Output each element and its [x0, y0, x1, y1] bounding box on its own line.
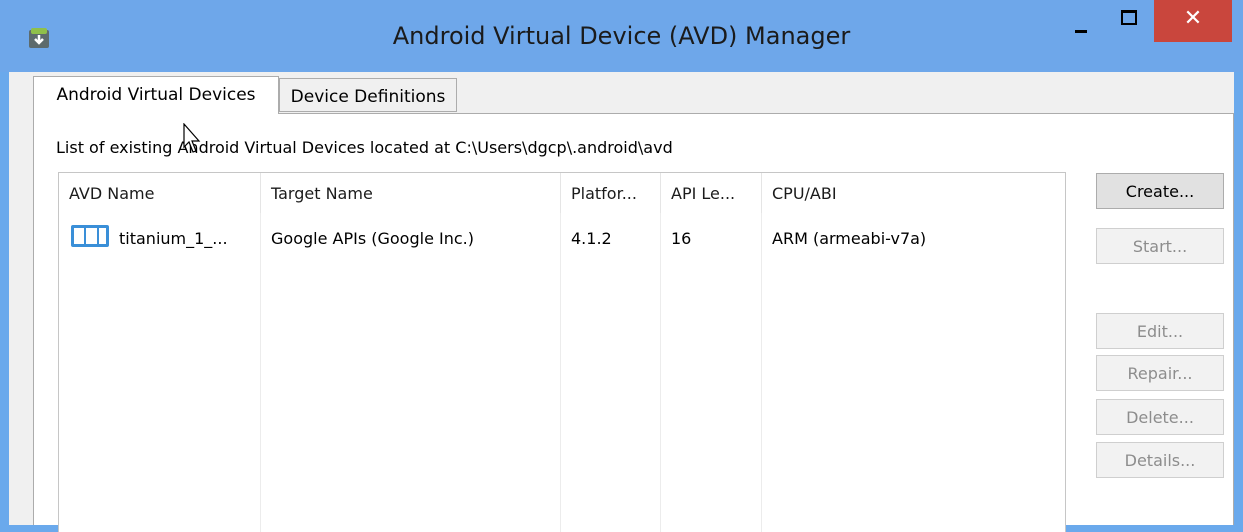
column-header-target-name[interactable]: Target Name	[261, 173, 561, 213]
column-divider	[761, 213, 762, 532]
close-button[interactable]: ✕	[1154, 0, 1232, 42]
cell-cpu-abi: ARM (armeabi-v7a)	[772, 229, 927, 248]
avd-table: AVD Name Target Name Platfor... API Le..…	[58, 172, 1066, 532]
create-button[interactable]: Create...	[1096, 173, 1224, 209]
column-divider	[660, 213, 661, 532]
tab-android-virtual-devices[interactable]: Android Virtual Devices	[33, 76, 279, 114]
device-icon	[71, 225, 109, 247]
tab-device-definitions[interactable]: Device Definitions	[279, 78, 457, 112]
mouse-pointer-icon	[183, 123, 201, 153]
cell-target-name: Google APIs (Google Inc.)	[271, 229, 474, 248]
maximize-button[interactable]	[1106, 0, 1150, 40]
column-header-api-level[interactable]: API Le...	[661, 173, 762, 213]
column-header-platform[interactable]: Platfor...	[561, 173, 661, 213]
column-divider	[560, 213, 561, 532]
window-title: Android Virtual Device (AVD) Manager	[392, 22, 851, 50]
maximize-icon	[1121, 10, 1137, 25]
cell-api-level: 16	[671, 229, 692, 248]
close-icon: ✕	[1183, 6, 1203, 31]
avd-manager-window: Android Virtual Device (AVD) Manager ✕ A…	[0, 0, 1243, 532]
minimize-button[interactable]	[1060, 0, 1104, 40]
start-button[interactable]: Start...	[1096, 228, 1224, 264]
column-header-avd-name[interactable]: AVD Name	[59, 173, 261, 213]
details-button[interactable]: Details...	[1096, 442, 1224, 478]
minimize-icon	[1075, 30, 1087, 33]
repair-button[interactable]: Repair...	[1096, 355, 1224, 391]
delete-button[interactable]: Delete...	[1096, 399, 1224, 435]
tab-panel: List of existing Android Virtual Devices…	[33, 113, 1234, 532]
avd-location-label: List of existing Android Virtual Devices…	[56, 138, 673, 157]
column-divider	[260, 213, 261, 532]
edit-button[interactable]: Edit...	[1096, 313, 1224, 349]
title-bar[interactable]: Android Virtual Device (AVD) Manager ✕	[0, 0, 1243, 72]
cell-platform: 4.1.2	[571, 229, 612, 248]
cell-avd-name: titanium_1_...	[119, 229, 228, 248]
column-header-cpu-abi[interactable]: CPU/ABI	[762, 173, 1065, 213]
